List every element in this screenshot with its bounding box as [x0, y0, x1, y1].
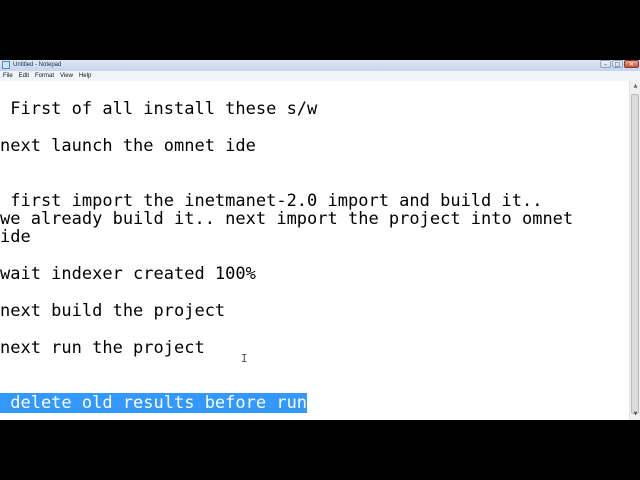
- text-line-6: wait indexer created 100%: [0, 264, 256, 284]
- menu-view[interactable]: View: [57, 71, 76, 81]
- window-title: Untitled - Notepad: [13, 62, 62, 68]
- menu-help[interactable]: Help: [76, 71, 94, 81]
- text-line-9-selected: delete old results before run: [0, 393, 308, 413]
- close-icon[interactable]: ✕: [624, 60, 639, 68]
- scroll-thumb[interactable]: [631, 94, 639, 414]
- maximize-icon[interactable]: □: [612, 60, 623, 68]
- text-line-5: ide: [0, 227, 31, 247]
- scroll-up-icon[interactable]: ▲: [631, 82, 640, 91]
- text-line-7: next build the project: [0, 301, 226, 321]
- text-editor-area[interactable]: First of all install these s/w next laun…: [0, 81, 629, 420]
- text-line-4: we already build it.. next import the pr…: [0, 209, 574, 229]
- menu-format[interactable]: Format: [32, 71, 57, 81]
- menu-file[interactable]: File: [0, 71, 16, 81]
- notepad-window: Untitled - Notepad – □ ✕ File Edit Forma…: [0, 60, 640, 420]
- ibeam-cursor-icon: I: [241, 352, 248, 365]
- menu-edit[interactable]: Edit: [16, 71, 32, 81]
- selected-text[interactable]: delete old results before run: [0, 393, 308, 413]
- notepad-app-icon[interactable]: [2, 61, 10, 69]
- scroll-down-icon[interactable]: ▼: [631, 410, 640, 419]
- text-line-8: next run the project: [0, 338, 205, 358]
- title-bar[interactable]: Untitled - Notepad – □ ✕: [0, 60, 640, 71]
- vertical-scrollbar[interactable]: ▲ ▼: [629, 81, 640, 420]
- text-line-1: First of all install these s/w: [0, 99, 318, 119]
- minimize-icon[interactable]: –: [600, 60, 611, 68]
- text-line-2: next launch the omnet ide: [0, 136, 256, 156]
- window-controls: – □ ✕: [599, 60, 639, 69]
- text-line-3: first import the inetmanet-2.0 import an…: [0, 191, 543, 211]
